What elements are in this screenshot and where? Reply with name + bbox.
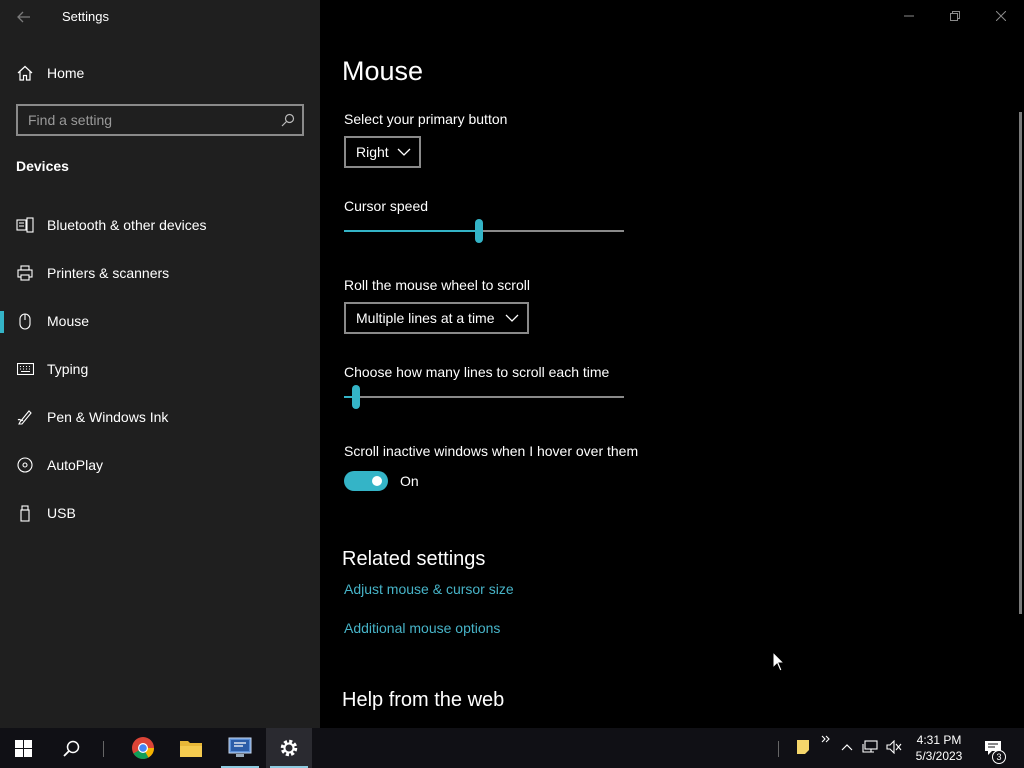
page-title: Mouse [342,56,424,86]
bluetooth-devices-icon [16,216,34,234]
sidebar-item-label: Bluetooth & other devices [47,217,207,233]
overflow-chevron-icon[interactable] [817,730,835,748]
sidebar-item-bluetooth[interactable]: Bluetooth & other devices [0,205,320,245]
show-hidden-icons-icon[interactable] [838,738,856,756]
search-input[interactable] [18,106,274,134]
main-content: Mouse Select your primary button Right C… [320,0,1024,728]
search-taskbar-button[interactable] [48,728,94,768]
app-title: Settings [62,9,109,24]
sidebar-item-label: Typing [47,361,89,377]
settings-taskbar-button[interactable] [266,728,312,768]
slider-track [344,396,624,398]
file-explorer-taskbar-button[interactable] [168,728,214,768]
minimize-button[interactable] [886,2,932,30]
back-button[interactable] [8,4,40,30]
related-settings-title: Related settings [342,548,486,570]
primary-button-label: Select your primary button [344,111,508,127]
search-icon [62,740,79,757]
gear-icon [280,739,298,757]
sidebar-item-mouse[interactable]: Mouse [0,301,320,341]
network-icon[interactable] [861,738,879,756]
sidebar-item-pen[interactable]: Pen & Windows Ink [0,397,320,437]
chrome-taskbar-button[interactable] [120,728,166,768]
remote-desktop-icon [228,737,252,757]
printer-icon [16,264,34,282]
scroll-lines-slider[interactable] [344,385,624,409]
sidebar-item-label: Pen & Windows Ink [47,409,169,425]
sidebar-item-label: USB [47,505,76,521]
sidebar-item-printers[interactable]: Printers & scanners [0,253,320,293]
inactive-scroll-label: Scroll inactive windows when I hover ove… [344,443,639,459]
sidebar-item-label: Mouse [47,313,90,329]
cursor-speed-label: Cursor speed [344,198,429,214]
sticky-notes-icon[interactable] [794,738,812,756]
taskbar: 4:31 PM 5/3/2023 3 [0,728,1024,768]
sidebar-item-autoplay[interactable]: AutoPlay [0,445,320,485]
selection-indicator [0,311,4,333]
clock-date: 5/3/2023 [915,749,963,763]
sidebar-item-usb[interactable]: USB [0,493,320,533]
start-button[interactable] [0,728,46,768]
autoplay-icon [16,456,34,474]
slider-thumb[interactable] [352,385,360,409]
taskbar-separator [778,741,779,757]
search-icon[interactable] [280,112,296,128]
sidebar-item-label: AutoPlay [47,457,104,473]
usb-icon [16,504,34,522]
clock-time: 4:31 PM [916,733,962,747]
chevron-down-icon [397,148,411,156]
sidebar-item-label: Printers & scanners [47,265,170,281]
home-icon [16,64,34,82]
toggle-knob [372,476,382,486]
section-heading-devices: Devices [16,158,69,174]
taskbar-separator [103,741,104,757]
scroll-lines-label: Choose how many lines to scroll each tim… [344,364,610,380]
keyboard-icon [16,360,34,378]
pen-icon [16,408,34,426]
search-box[interactable] [16,104,304,136]
close-icon [996,11,1006,21]
folder-icon [180,741,202,757]
notification-count-badge: 3 [992,750,1006,764]
dropdown-value: Multiple lines at a time [356,310,495,326]
toggle-state-label: On [400,473,419,489]
help-from-web-title: Help from the web [342,689,505,711]
slider-thumb[interactable] [475,219,483,243]
settings-sidebar: Settings Home Devices [0,0,320,728]
main-scrollbar[interactable] [1019,112,1022,614]
adjust-cursor-size-link[interactable]: Adjust mouse & cursor size [344,581,514,597]
sidebar-item-home[interactable]: Home [0,56,320,90]
restore-icon [950,11,960,21]
sidebar-item-label: Home [47,65,85,81]
close-button[interactable] [978,2,1024,30]
chevron-down-icon [505,314,519,322]
back-arrow-icon [17,11,30,23]
restore-button[interactable] [932,2,978,30]
clock[interactable]: 4:31 PM 5/3/2023 [908,732,970,764]
cursor-speed-slider[interactable] [344,219,624,243]
inactive-scroll-toggle[interactable] [344,471,388,491]
mouse-pointer-icon [772,651,786,672]
additional-mouse-options-link[interactable]: Additional mouse options [344,620,500,636]
primary-button-dropdown[interactable]: Right [344,136,421,168]
scroll-mode-dropdown[interactable]: Multiple lines at a time [344,302,529,334]
sidebar-item-typing[interactable]: Typing [0,349,320,389]
remote-desktop-taskbar-button[interactable] [217,728,263,768]
mouse-icon [16,312,34,330]
minimize-icon [904,15,914,17]
dropdown-value: Right [356,144,389,160]
chrome-icon [132,737,154,759]
scroll-mode-label: Roll the mouse wheel to scroll [344,277,530,293]
title-bar: Settings [0,0,320,34]
volume-muted-icon[interactable] [885,738,903,756]
slider-fill [344,230,479,232]
windows-logo-icon [14,739,32,757]
